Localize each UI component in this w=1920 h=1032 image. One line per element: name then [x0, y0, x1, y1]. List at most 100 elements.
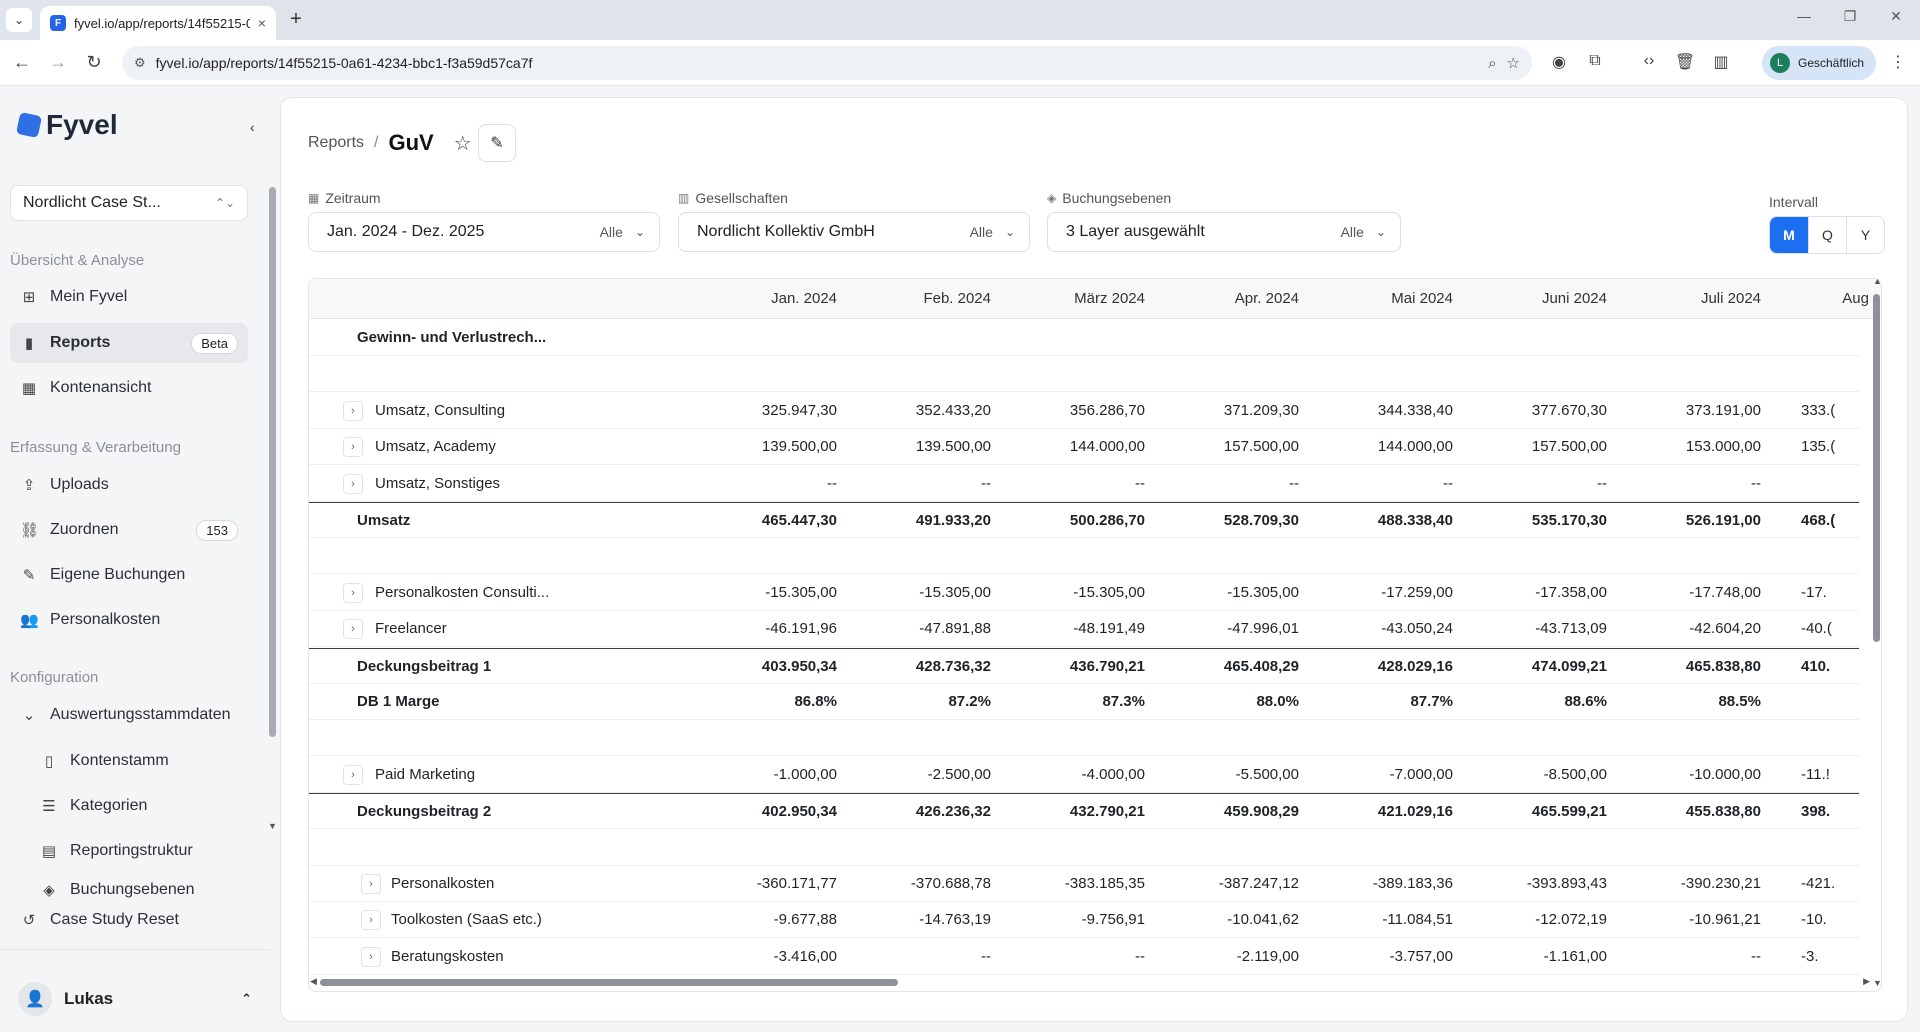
table-cell: -393.893,43: [1526, 875, 1607, 892]
table-row[interactable]: › Paid Marketing -1.000,00 -2.500,00 -4.000,…: [309, 757, 1859, 793]
table-cell: 535.170,30: [1531, 512, 1607, 529]
collapse-sidebar-icon[interactable]: ‹: [250, 119, 255, 135]
url-text[interactable]: fyvel.io/app/reports/14f55215-0a61-4234-…: [156, 55, 1478, 71]
table-row[interactable]: › Umsatz, Academy 139.500,00 139.500,00 144.…: [309, 429, 1859, 466]
company-selector[interactable]: Nordlicht Case St... ⌃⌄: [10, 185, 248, 221]
scrollbar-thumb[interactable]: [1873, 294, 1880, 642]
expand-row-icon[interactable]: ›: [361, 874, 381, 894]
scroll-up-icon[interactable]: ▲: [1873, 276, 1882, 286]
close-window-icon[interactable]: ✕: [1886, 8, 1906, 25]
bar-chart-icon: ▮: [24, 335, 34, 352]
restore-icon[interactable]: ❐: [1840, 8, 1860, 25]
expand-row-icon[interactable]: ›: [343, 400, 363, 421]
zeitraum-all[interactable]: Alle: [600, 224, 623, 240]
address-bar[interactable]: ⚙ fyvel.io/app/reports/14f55215-0a61-423…: [122, 46, 1532, 80]
table-cell: [1801, 684, 1881, 720]
back-arrow-icon[interactable]: ←: [10, 52, 34, 73]
table-vertical-scrollbar[interactable]: ▲ ▼: [1873, 276, 1882, 988]
sidebar-item-case-study-reset[interactable]: ↺ Case Study Reset: [10, 900, 248, 940]
table-row[interactable]: › Umsatz, Sonstiges -- -- -- -- -- -- --: [309, 466, 1859, 502]
browser-menu-icon[interactable]: ⋮: [1886, 52, 1910, 72]
zeitraum-select[interactable]: Jan. 2024 - Dez. 2025 Alle ⌄: [308, 212, 660, 252]
scroll-left-icon[interactable]: ◀: [310, 976, 317, 987]
devtools-code-icon[interactable]: ‹›: [1637, 52, 1661, 70]
scroll-down-icon[interactable]: ▼: [1873, 978, 1882, 988]
new-tab-button[interactable]: +: [284, 8, 308, 32]
expand-row-icon[interactable]: ›: [343, 473, 363, 494]
sidebar-item-label: Reports: [50, 334, 111, 351]
table-cell: 403.950,34: [761, 657, 837, 675]
sidepanel-icon[interactable]: ▥: [1709, 52, 1733, 72]
sidebar-item-eigene-buchungen[interactable]: ✎ Eigene Buchungen: [10, 555, 248, 595]
extensions-puzzle-icon[interactable]: ⧉: [1583, 52, 1607, 70]
table-row[interactable]: › Toolkosten (SaaS etc.) -9.677,88 -14.763,…: [309, 902, 1859, 939]
breadcrumb-reports-link[interactable]: Reports: [308, 134, 364, 152]
edit-report-button[interactable]: ✎: [478, 124, 516, 162]
tab-close-icon[interactable]: ×: [258, 15, 266, 31]
sidebar-item-kontenstamm[interactable]: ▯ Kontenstamm: [30, 741, 248, 781]
total-row: Deckungsbeitrag 1 403.950,34 428.736,32 436…: [309, 647, 1859, 684]
sidebar-scrollbar[interactable]: ▼: [268, 187, 277, 831]
expand-row-icon[interactable]: ›: [361, 946, 381, 967]
section-overview: Übersicht & Analyse: [10, 252, 145, 269]
sidebar-item-label: Kategorien: [70, 797, 148, 814]
sidebar-item-kategorien[interactable]: ☰ Kategorien: [30, 786, 248, 826]
browser-tab-bar: ⌄ F fyvel.io/app/reports/14f55215-0 × + …: [0, 0, 1920, 40]
user-menu[interactable]: 👤 Lukas ⌃: [18, 979, 258, 1019]
profile-chip[interactable]: L Geschäftlich: [1762, 46, 1876, 80]
table-horizontal-scrollbar[interactable]: ◀ ▶: [310, 976, 1870, 988]
sidebar-item-mein-fyvel[interactable]: ⊞ Mein Fyvel: [10, 277, 248, 317]
table-cell: -370.688,78: [910, 875, 991, 892]
table-row[interactable]: › Personalkosten Consulti... -15.305,00 -15…: [309, 575, 1859, 611]
scrollbar-thumb[interactable]: [269, 187, 276, 737]
sidebar-item-zuordnen[interactable]: ⛓ Zuordnen 153: [10, 510, 248, 550]
table-row[interactable]: › Freelancer -46.191,96 -47.891,88 -48.191,4…: [309, 611, 1859, 648]
zoom-icon[interactable]: ⌕: [1488, 55, 1496, 72]
gesellschaften-select[interactable]: Nordlicht Kollektiv GmbH Alle ⌄: [678, 212, 1030, 252]
table-row[interactable]: › Personalkosten -360.171,77 -370.688,78 -38…: [309, 866, 1859, 902]
table-row[interactable]: › Beratungskosten -3.416,00 -- -- -2.119,00 -3…: [309, 939, 1859, 975]
gesellschaften-all[interactable]: Alle: [970, 224, 993, 240]
sidebar-item-label: Kontenansicht: [50, 379, 152, 396]
site-settings-icon[interactable]: ⚙: [134, 55, 146, 71]
logo[interactable]: Fyvel: [15, 109, 118, 141]
expand-row-icon[interactable]: ›: [343, 582, 363, 603]
minimize-icon[interactable]: —: [1794, 8, 1814, 24]
reload-icon[interactable]: ↻: [82, 52, 106, 73]
expand-row-icon[interactable]: ›: [361, 910, 381, 931]
interval-m-button[interactable]: M: [1770, 217, 1808, 253]
tab-search-button[interactable]: ⌄: [6, 8, 32, 32]
gesellschaften-value: Nordlicht Kollektiv GmbH: [697, 223, 875, 240]
scroll-right-icon[interactable]: ▶: [1863, 976, 1870, 987]
table-cell: -3.: [1801, 947, 1819, 965]
expand-row-icon[interactable]: ›: [343, 764, 363, 785]
sidebar-item-kontenansicht[interactable]: ▦ Kontenansicht: [10, 368, 248, 408]
scroll-down-icon[interactable]: ▼: [268, 821, 277, 831]
table-cell: --: [1751, 474, 1761, 492]
bookmark-star-icon[interactable]: ☆: [1507, 54, 1520, 72]
buchungsebenen-all[interactable]: Alle: [1341, 224, 1364, 240]
favorite-star-icon[interactable]: ☆: [454, 131, 472, 156]
sidebar-item-reportingstruktur[interactable]: ▤ Reportingstruktur: [30, 831, 248, 871]
table-cell: --: [1135, 474, 1145, 492]
sidebar-item-uploads[interactable]: ⇪ Uploads: [10, 465, 248, 505]
sidebar-item-reports[interactable]: ▮ Reports Beta: [10, 323, 248, 363]
table-cell: -47.996,01: [1227, 620, 1299, 638]
extension-shield-icon[interactable]: ◉: [1547, 52, 1571, 72]
table-cell: -10.000,00: [1689, 765, 1761, 783]
buchungsebenen-select[interactable]: 3 Layer ausgewählt Alle ⌄: [1047, 212, 1401, 252]
table-row[interactable]: › Umsatz, Consulting 325.947,30 352.433,20 3…: [309, 393, 1859, 429]
row-label: Deckungsbeitrag 2: [357, 803, 492, 821]
interval-y-button[interactable]: Y: [1846, 217, 1884, 253]
sidebar-item-auswertungsstammdaten[interactable]: ⌄ Auswertungsstammdaten: [10, 695, 248, 735]
scrollbar-thumb[interactable]: [320, 979, 898, 986]
sidebar-item-personalkosten[interactable]: 👥 Personalkosten: [10, 600, 248, 640]
table-cell: -11.084,51: [1382, 911, 1453, 929]
trash-icon[interactable]: 🗑: [1673, 52, 1697, 72]
expand-row-icon[interactable]: ›: [343, 437, 363, 458]
interval-q-button[interactable]: Q: [1808, 217, 1846, 253]
column-header: Mai 2024: [1391, 290, 1453, 307]
browser-tab[interactable]: F fyvel.io/app/reports/14f55215-0 ×: [40, 6, 276, 40]
forward-arrow-icon[interactable]: →: [46, 52, 70, 73]
expand-row-icon[interactable]: ›: [343, 619, 363, 640]
